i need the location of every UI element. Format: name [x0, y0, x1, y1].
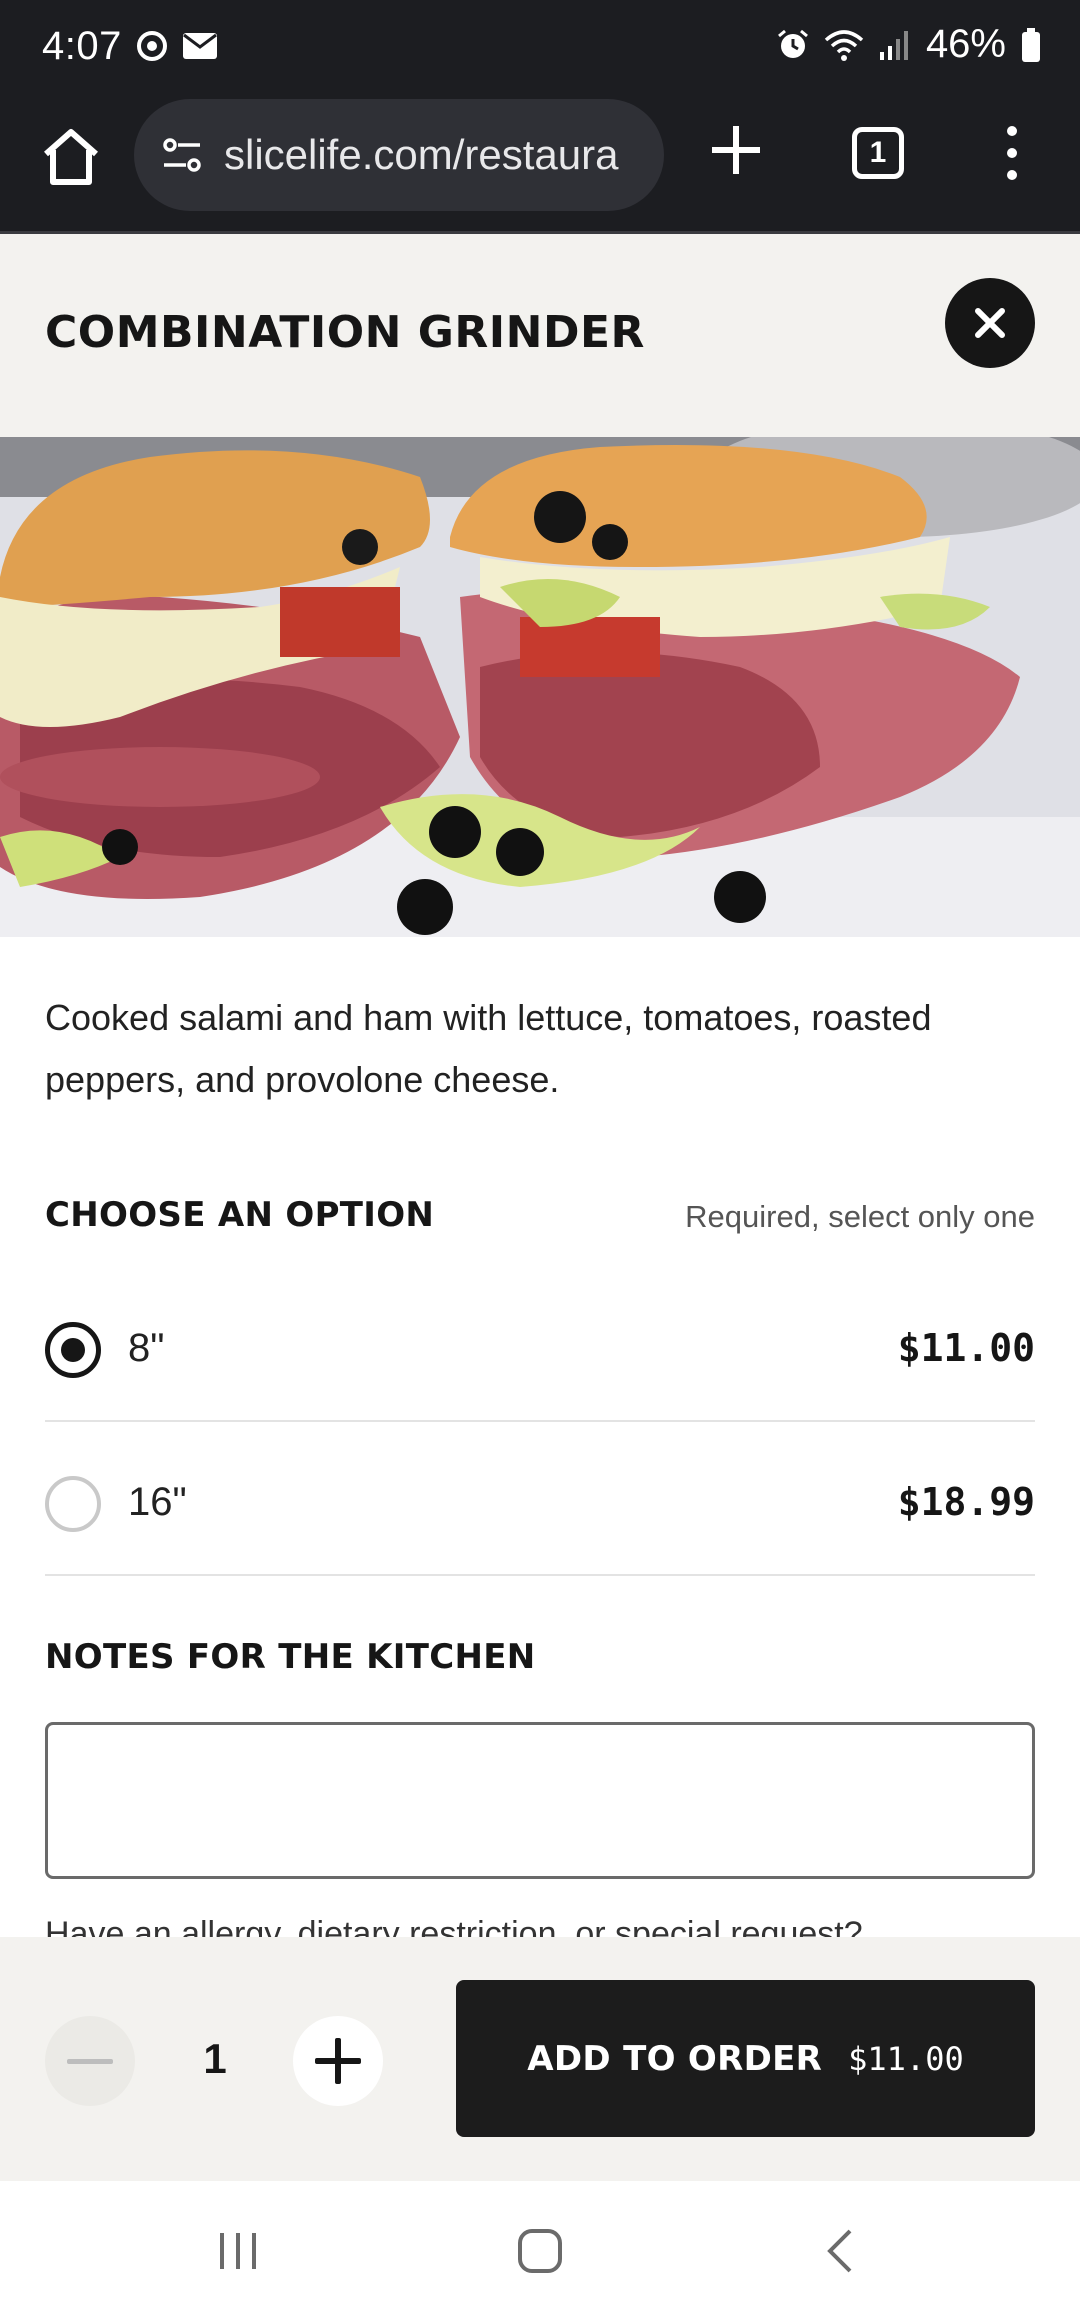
- option-heading: CHOOSE AN OPTION: [45, 1195, 435, 1235]
- item-title: COMBINATION GRINDER: [45, 307, 645, 358]
- option-price: $18.99: [897, 1480, 1035, 1524]
- option-label: 16": [128, 1480, 187, 1524]
- radio-unselected[interactable]: [45, 1476, 101, 1532]
- system-nav-bar: [0, 2181, 1080, 2316]
- chrome-icon: [137, 31, 167, 61]
- option-row-8-inch[interactable]: 8" $11.00: [45, 1270, 1035, 1422]
- radio-selected[interactable]: [45, 1322, 101, 1378]
- home-nav-icon[interactable]: [510, 2221, 570, 2281]
- close-button[interactable]: [945, 278, 1035, 368]
- option-requirement: Required, select only one: [685, 1199, 1035, 1234]
- address-bar[interactable]: slicelife.com/restaura: [134, 99, 664, 211]
- add-to-order-label: ADD TO ORDER: [527, 2038, 823, 2079]
- modal-header: COMBINATION GRINDER: [0, 237, 1080, 437]
- add-to-order-price: $11.00: [848, 2039, 964, 2078]
- increase-quantity-button[interactable]: [293, 2016, 383, 2106]
- battery-percent: 46%: [925, 22, 1006, 66]
- item-description: Cooked salami and ham with lettuce, toma…: [45, 997, 932, 1100]
- quantity-value: 1: [203, 2035, 227, 2082]
- home-icon[interactable]: [38, 124, 104, 190]
- back-icon[interactable]: [812, 2221, 872, 2281]
- notes-heading: NOTES FOR THE KITCHEN: [45, 1637, 536, 1677]
- option-row-16-inch[interactable]: 16" $18.99: [45, 1424, 1035, 1576]
- wifi-icon: [824, 29, 864, 61]
- tab-switcher-button[interactable]: 1: [852, 127, 904, 179]
- url-text: slicelife.com/restaura: [224, 131, 619, 178]
- status-time: 4:07: [42, 24, 122, 68]
- notes-input[interactable]: [45, 1722, 1035, 1879]
- mail-icon: [183, 33, 217, 59]
- item-details: Cooked salami and ham with lettuce, toma…: [0, 937, 1080, 1937]
- notes-helper-text: Have an allergy, dietary restriction, or…: [45, 1915, 863, 1937]
- add-to-order-button[interactable]: ADD TO ORDER $11.00: [456, 1980, 1035, 2137]
- site-settings-icon[interactable]: [158, 131, 206, 179]
- decrease-quantity-button[interactable]: [45, 2016, 135, 2106]
- order-footer: 1 ADD TO ORDER $11.00: [0, 1937, 1080, 2181]
- recent-apps-icon[interactable]: [208, 2221, 268, 2281]
- status-right: 46%: [776, 22, 1042, 67]
- new-tab-icon[interactable]: [708, 122, 764, 178]
- item-photo: [0, 437, 1080, 937]
- sandwich-illustration: [0, 437, 1080, 937]
- option-label: 8": [128, 1326, 165, 1370]
- option-price: $11.00: [897, 1326, 1035, 1370]
- more-menu-icon[interactable]: [1000, 124, 1024, 182]
- battery-icon: [1022, 27, 1040, 62]
- signal-icon: [879, 30, 908, 60]
- close-icon: [975, 308, 1005, 338]
- status-bar: 4:07 46%: [0, 0, 1080, 96]
- alarm-icon: [777, 29, 808, 58]
- status-left-icons: [136, 30, 218, 62]
- browser-toolbar: slicelife.com/restaura 1: [0, 96, 1080, 234]
